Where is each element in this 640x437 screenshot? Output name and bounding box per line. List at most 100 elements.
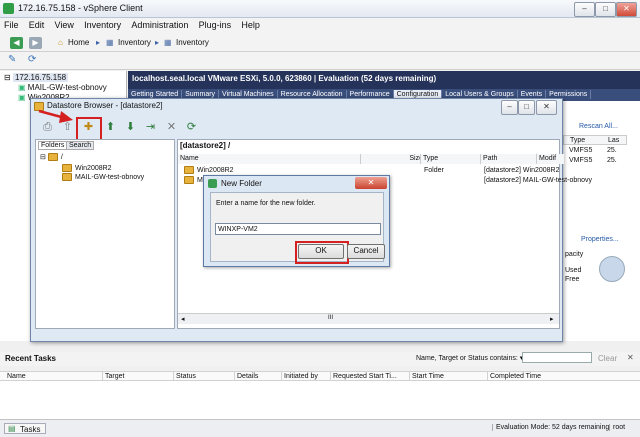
current-path: [datastore2] / (180, 141, 231, 150)
last-column-header[interactable]: Las (608, 137, 619, 144)
folder-icon (62, 164, 72, 173)
dialog-close-button[interactable]: ✕ (355, 177, 387, 189)
file-path: [datastore2] Win2008R2 (484, 167, 560, 174)
annotation-arrow (38, 109, 73, 123)
register-vm-icon[interactable]: ⇥ (142, 119, 159, 135)
refresh-icon[interactable]: ⟳ (183, 119, 200, 135)
recent-tasks-columns: Name Target Status Details Initiated by … (0, 371, 640, 382)
back-arrow-icon[interactable]: ◀ (10, 37, 23, 49)
breadcrumb-inventory[interactable]: Inventory (118, 38, 151, 47)
minimize-button[interactable]: – (574, 2, 595, 17)
scroll-thumb[interactable]: III (328, 315, 333, 321)
scroll-left-icon[interactable]: ◂ (181, 315, 185, 323)
delete-icon[interactable]: ✕ (163, 119, 180, 135)
inventory-icon: ▦ (164, 38, 172, 47)
dialog-app-icon (208, 179, 217, 188)
scroll-right-icon[interactable]: ▸ (550, 315, 554, 323)
menu-view[interactable]: View (51, 18, 78, 32)
file-name: Win2008R2 (197, 167, 234, 174)
recent-tasks-header: Recent Tasks Name, Target or Status cont… (0, 352, 640, 366)
recent-tasks-title: Recent Tasks (5, 354, 56, 363)
folder-mailgw[interactable]: MAIL-GW-test-obnovy (62, 173, 144, 182)
col-file-type[interactable]: Type (420, 154, 483, 164)
folder-icon (47, 153, 58, 162)
folder-root[interactable]: ⊟ / (40, 153, 63, 162)
tab-folders[interactable]: Folders (38, 141, 68, 150)
folder-name-input[interactable]: WINXP-VM2 (215, 223, 381, 235)
window-title: 172.16.75.158 - vSphere Client (18, 3, 143, 13)
folder-win2008r2[interactable]: Win2008R2 (62, 164, 112, 173)
host-header: localhost.seal.local VMware ESXi, 5.0.0,… (128, 71, 640, 89)
vsphere-app-icon (3, 3, 14, 14)
vm-icon: ▣ (18, 83, 26, 92)
tree-vm-mailgw[interactable]: ▣ MAIL-GW-test-obnovy (18, 83, 107, 92)
rescan-all-link[interactable]: Rescan All... (579, 123, 618, 130)
folders-panel: Folders Search ⊟ / Win2008R2 MAIL-GW-tes… (35, 139, 175, 329)
icon-toolbar: ✎ ⟳ (0, 52, 640, 70)
home-link[interactable]: Home (68, 38, 89, 47)
current-user: root (609, 424, 625, 431)
tasks-label: Tasks (20, 425, 41, 434)
horizontal-scrollbar[interactable]: ◂ III ▸ (178, 313, 559, 324)
tree-host[interactable]: ⊟ 172.16.75.158 (4, 73, 69, 82)
menu-bar: File Edit View Inventory Administration … (0, 18, 640, 34)
file-name: M (197, 177, 203, 184)
tree-host-label: 172.16.75.158 (12, 73, 69, 82)
tab-search[interactable]: Search (66, 141, 95, 150)
highlight-ok-button (295, 241, 349, 264)
navigation-bar: ◀ ▶ ⌂ Home ▸ ▦ Inventory ▸ ▦ Inventory (0, 34, 640, 52)
cancel-button[interactable]: Cancel (347, 244, 385, 259)
task-filter-label[interactable]: Name, Target or Status contains: ▾ (416, 354, 523, 362)
edit-settings-icon[interactable]: ✎ (8, 54, 16, 65)
ds-close-button[interactable]: ✕ (536, 100, 557, 115)
clear-filter-button[interactable]: Clear (598, 354, 617, 363)
vm-icon: ▣ (18, 93, 26, 102)
task-filter-input[interactable] (522, 352, 592, 363)
refresh-icon[interactable]: ⟳ (28, 54, 36, 65)
folder-icon (184, 176, 194, 185)
menu-inventory[interactable]: Inventory (80, 18, 125, 32)
folder-icon (62, 173, 72, 182)
file-path: [datastore2] MAIL-GW-test-obnovy (484, 177, 593, 184)
menu-plugins[interactable]: Plug-ins (195, 18, 236, 32)
datastore-type: VMFS5 (569, 157, 593, 164)
recent-tasks-list (0, 381, 640, 419)
menu-file[interactable]: File (0, 18, 23, 32)
datastore-browser-titlebar: Datastore Browser - [datastore2] – □ ✕ (31, 99, 562, 115)
maximize-button[interactable]: □ (595, 2, 616, 17)
folder-label: Win2008R2 (75, 165, 112, 172)
dialog-title: New Folder (221, 179, 262, 188)
col-file-modified[interactable]: Modif (536, 154, 564, 164)
type-column-header[interactable]: Type (570, 137, 585, 144)
inventory-icon: ▦ (106, 38, 114, 47)
menu-administration[interactable]: Administration (127, 18, 192, 32)
crumb-separator-icon: ▸ (155, 38, 160, 47)
col-file-size[interactable]: Size (360, 154, 426, 164)
forward-arrow-icon[interactable]: ▶ (29, 37, 42, 49)
ds-minimize-button[interactable]: – (501, 100, 518, 115)
new-folder-dialog: New Folder ✕ Enter a name for the new fo… (203, 175, 390, 267)
ds-maximize-button[interactable]: □ (518, 100, 535, 115)
crumb-separator-icon: ▸ (96, 38, 101, 47)
menu-edit[interactable]: Edit (25, 18, 49, 32)
datastore-type: VMFS5 (569, 147, 593, 154)
datastore-last: 25. (607, 147, 617, 154)
recent-tasks-close-icon[interactable]: ✕ (627, 353, 634, 362)
datastore-last: 25. (607, 157, 617, 164)
capacity-pie-chart (599, 256, 625, 282)
status-bar: ▤ Tasks Evaluation Mode: 52 days remaini… (0, 419, 640, 437)
breadcrumb-inventory-2[interactable]: Inventory (176, 38, 209, 47)
download-file-icon[interactable]: ⬇ (122, 119, 139, 135)
menu-help[interactable]: Help (237, 18, 264, 32)
dialog-body: Enter a name for the new folder. WINXP-V… (210, 192, 385, 264)
close-button[interactable]: ✕ (616, 2, 637, 17)
properties-link[interactable]: Properties... (581, 236, 619, 243)
folder-root-label: / (60, 154, 63, 161)
col-file-name[interactable]: Name (178, 154, 362, 164)
file-row[interactable]: Win2008R2 (184, 166, 234, 175)
folder-label: MAIL-GW-test-obnovy (75, 174, 145, 181)
dialog-prompt: Enter a name for the new folder. (216, 200, 316, 207)
upload-file-icon[interactable]: ⬆ (102, 119, 119, 135)
file-row[interactable]: M (184, 176, 203, 185)
col-file-path[interactable]: Path (480, 154, 539, 164)
